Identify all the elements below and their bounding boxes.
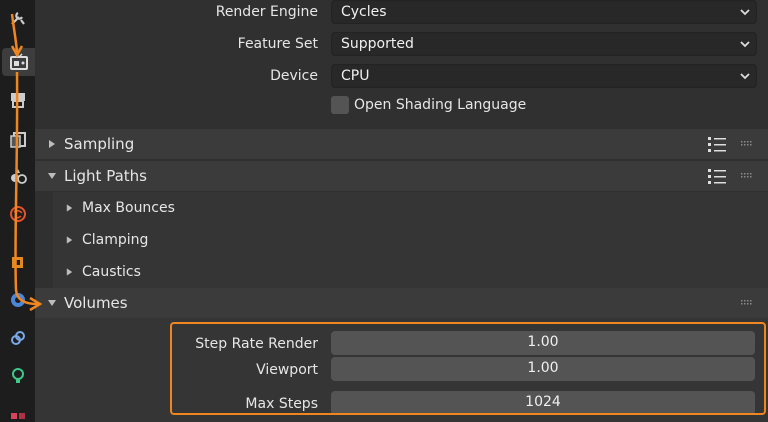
device-dropdown[interactable]: CPU [331, 64, 757, 88]
viewport-row: Viewport 1.00 [35, 357, 768, 383]
panel-light-paths-title: Light Paths [64, 167, 147, 185]
panel-light-paths-header[interactable]: Light Paths [35, 161, 768, 191]
tab-world[interactable] [4, 200, 32, 228]
drag-handle-icon[interactable] [741, 173, 752, 179]
drag-handle-icon[interactable] [741, 300, 752, 306]
drag-handle-icon[interactable] [741, 141, 752, 147]
step-rate-render-field[interactable]: 1.00 [331, 331, 755, 355]
subpanel-clamping[interactable]: Clamping [53, 224, 768, 256]
tab-tool[interactable] [4, 4, 32, 32]
render-engine-value: Cycles [341, 4, 387, 20]
max-steps-row: Max Steps 1024 [35, 391, 768, 417]
subpanel-max-bounces-title: Max Bounces [82, 200, 175, 216]
material-icon [11, 413, 25, 419]
tab-output[interactable] [4, 86, 32, 114]
tab-render[interactable] [2, 48, 35, 76]
tab-physics[interactable] [4, 286, 32, 314]
panel-volumes-header[interactable]: Volumes [35, 288, 768, 318]
chevron-down-icon [740, 9, 750, 16]
volumes-panel-body: Step Rate Render 1.00 Viewport 1.00 Max … [35, 318, 768, 422]
light-bulb-icon [12, 368, 24, 383]
triangle-down-icon [48, 173, 56, 179]
render-engine-row: Render Engine Cycles [35, 0, 768, 26]
osl-label: Open Shading Language [354, 97, 527, 113]
view-layer-icon [10, 132, 26, 148]
feature-set-value: Supported [341, 36, 414, 52]
world-icon [10, 206, 26, 222]
object-icon [12, 257, 23, 268]
render-engine-dropdown[interactable]: Cycles [331, 0, 757, 24]
render-engine-label: Render Engine [215, 4, 318, 20]
feature-set-label: Feature Set [237, 36, 318, 52]
device-label: Device [270, 68, 318, 84]
constraints-icon [11, 331, 25, 345]
output-icon [11, 93, 25, 108]
triangle-right-icon [66, 268, 73, 276]
properties-tab-strip [0, 0, 35, 422]
triangle-right-icon [66, 236, 73, 244]
presets-list-icon[interactable] [708, 136, 726, 152]
presets-list-icon[interactable] [708, 168, 726, 184]
subpanel-clamping-title: Clamping [82, 232, 149, 248]
feature-set-dropdown[interactable]: Supported [331, 32, 757, 56]
render-properties: Render Engine Cycles Feature Set Support… [35, 0, 768, 422]
triangle-right-icon [49, 140, 55, 148]
osl-checkbox[interactable] [331, 96, 349, 114]
viewport-label: Viewport [256, 362, 318, 378]
tab-constraints[interactable] [4, 324, 32, 352]
tab-material[interactable] [4, 406, 32, 422]
panel-sampling-header[interactable]: Sampling [35, 129, 768, 159]
step-rate-render-label: Step Rate Render [195, 336, 318, 352]
triangle-right-icon [66, 204, 73, 212]
device-row: Device CPU [35, 64, 768, 90]
tab-view-layer[interactable] [4, 126, 32, 154]
tab-data[interactable] [4, 362, 32, 390]
triangle-down-icon [48, 300, 56, 306]
tool-icon [11, 12, 25, 25]
subpanel-max-bounces[interactable]: Max Bounces [53, 192, 768, 224]
chevron-down-icon [740, 41, 750, 48]
render-icon [9, 53, 28, 70]
tab-object[interactable] [4, 248, 32, 276]
osl-checkbox-row[interactable]: Open Shading Language [331, 94, 526, 116]
panel-volumes-title: Volumes [64, 294, 128, 312]
blender-properties-editor: Render Engine Cycles Feature Set Support… [0, 0, 768, 422]
panel-sampling-title: Sampling [64, 135, 135, 153]
viewport-field[interactable]: 1.00 [331, 357, 755, 381]
step-rate-render-row: Step Rate Render 1.00 [35, 331, 768, 357]
chevron-down-icon [740, 73, 750, 80]
scene-icon [11, 169, 27, 184]
subpanel-caustics-title: Caustics [82, 264, 141, 280]
subpanel-caustics[interactable]: Caustics [53, 256, 768, 288]
max-steps-field[interactable]: 1024 [331, 391, 755, 415]
device-value: CPU [341, 68, 370, 84]
feature-set-row: Feature Set Supported [35, 32, 768, 58]
physics-icon [11, 293, 25, 307]
max-steps-label: Max Steps [245, 396, 318, 412]
tab-scene[interactable] [4, 162, 32, 190]
